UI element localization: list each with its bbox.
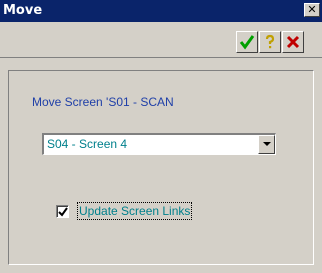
ok-button[interactable] xyxy=(236,31,258,53)
move-screen-label: Move Screen 'S01 - SCAN xyxy=(32,95,174,109)
move-dialog: Move ✕ Move Screen 'S01 - SCAN S04 - Scr… xyxy=(0,0,322,273)
cross-icon xyxy=(286,35,300,49)
close-icon: ✕ xyxy=(307,3,317,16)
screen-select-value: S04 - Screen 4 xyxy=(47,137,128,151)
help-button[interactable] xyxy=(259,31,281,53)
question-icon xyxy=(265,34,275,49)
screen-select[interactable]: S04 - Screen 4 xyxy=(42,133,276,155)
title-bar[interactable]: Move ✕ xyxy=(0,0,322,22)
toolbar xyxy=(0,22,322,58)
checkmark-icon xyxy=(239,35,255,50)
close-button[interactable]: ✕ xyxy=(304,3,320,17)
update-links-checkbox[interactable] xyxy=(56,205,69,218)
cancel-button[interactable] xyxy=(282,31,304,53)
dropdown-arrow-button[interactable] xyxy=(258,135,275,154)
window-title: Move xyxy=(3,3,43,18)
update-links-label[interactable]: Update Screen Links xyxy=(76,202,193,220)
checkmark-icon xyxy=(58,207,68,217)
